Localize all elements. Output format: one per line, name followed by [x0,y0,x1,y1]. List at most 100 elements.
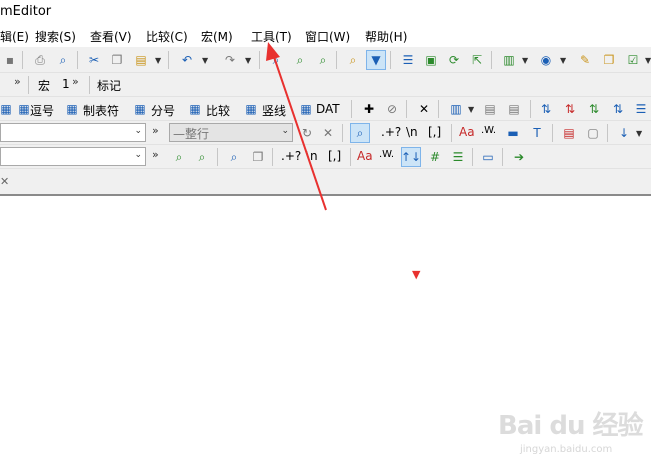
document-icon[interactable]: ▢ [583,123,603,143]
column-layout-icon[interactable]: ▥ [446,99,466,119]
bracket-button[interactable]: [,] [428,125,441,139]
save-icon[interactable]: ▪ [0,50,20,70]
clear-format-icon[interactable]: T [527,123,547,143]
edit-document-icon[interactable]: ✎ [575,50,595,70]
replace-regex-any-button[interactable]: .+? [281,149,301,163]
find-next-icon[interactable]: ⌕ [290,50,310,70]
replace-newline-button[interactable]: \n [306,149,318,163]
next-result-dropdown-icon[interactable]: ▼ [636,129,642,138]
find-in-files-icon[interactable]: ⌕ [343,50,363,70]
separator [406,100,407,118]
sort-numeric-icon[interactable]: ⇅ [584,99,604,119]
replace-input[interactable]: ⌄ [0,147,146,166]
minus-icon[interactable]: ▬ [503,123,523,143]
tools-icon[interactable]: ✕ [414,99,434,119]
menu-help[interactable]: 帮助(H) [365,28,407,45]
print-icon[interactable]: ⎙ [30,50,50,70]
run-arrow-icon[interactable]: ➔ [509,147,529,167]
sort-lines-icon[interactable]: ☰ [631,99,651,119]
search-overflow-chevron-icon[interactable]: » [152,124,159,137]
replace-copy-icon[interactable]: ❐ [248,147,268,167]
search-button-icon[interactable]: ⌕ [350,123,370,143]
globe-icon[interactable]: ◉ [536,50,556,70]
replace-all-icon[interactable]: ⌕ [192,147,212,167]
delete-column-icon[interactable]: ⊘ [382,99,402,119]
separator [259,51,260,69]
window-icon[interactable]: ▣ [421,50,441,70]
tab-close-icon[interactable]: ✕ [0,175,9,188]
print-preview-icon[interactable]: ⌕ [53,50,73,70]
export-window-icon[interactable]: ⇱ [467,50,487,70]
redo-dropdown-arrow-icon[interactable]: ▼ [245,56,251,65]
menu-tools[interactable]: 工具(T) [251,28,292,45]
red-document-icon[interactable]: ▤ [559,123,579,143]
menu-compare[interactable]: 比较(C) [146,28,188,45]
separator [28,76,29,94]
sort-ascending-icon[interactable]: ⇅ [536,99,556,119]
refresh-icon[interactable]: ↻ [297,123,317,143]
find-icon[interactable]: ⌕ [266,50,286,70]
search-mode-dropdown-icon[interactable]: ⌄ [281,126,289,136]
list-sort-icon[interactable]: ☰ [448,147,468,167]
list-view-icon[interactable]: ☰ [398,50,418,70]
sort-custom-icon[interactable]: ⇅ [608,99,628,119]
replace-dropdown-icon[interactable]: ⌄ [134,150,142,160]
compare-button[interactable]: 比较 [206,102,230,119]
separator [272,148,273,166]
redo-icon[interactable]: ↷ [220,50,240,70]
undo-dropdown-arrow-icon[interactable]: ▼ [202,56,208,65]
sort-descending-icon[interactable]: ⇅ [560,99,580,119]
menu-view[interactable]: 查看(V) [90,28,132,45]
newline-button[interactable]: \n [406,125,418,139]
menu-macro[interactable]: 宏(M) [201,28,233,45]
replace-match-case-button[interactable]: Aa [357,149,373,163]
replace-whole-word-button[interactable]: .W. [379,149,394,160]
replace-bracket-button[interactable]: [,] [328,149,341,163]
copy-document-icon[interactable]: ❐ [599,50,619,70]
column-settings-icon[interactable]: ▤ [480,99,500,119]
next-result-icon[interactable]: ↓ [614,123,634,143]
menu-edit[interactable]: 辑(E) [0,28,29,45]
paste-dropdown-arrow-icon[interactable]: ▼ [155,56,161,65]
dat-button[interactable]: DAT [316,102,340,116]
regex-any-button[interactable]: .+? [381,125,401,139]
tab-button[interactable]: 制表符 [83,102,119,119]
swap-button[interactable]: ↑↓ [401,147,421,167]
search-input[interactable]: ⌄ [0,123,146,142]
checklist-dropdown-icon[interactable]: ▼ [645,56,651,65]
filter-icon[interactable]: ▼ [366,50,386,70]
copy-icon[interactable]: ❐ [107,50,127,70]
macro-overflow-chevron-icon[interactable]: » [72,75,79,88]
search-mode-value: —整行 [173,127,210,141]
undo-icon[interactable]: ↶ [177,50,197,70]
comma-button[interactable]: 逗号 [30,102,54,119]
replace-next-icon[interactable]: ⌕ [169,147,189,167]
find-prev-icon[interactable]: ⌕ [313,50,333,70]
cut-icon[interactable]: ✂ [84,50,104,70]
toolbar-overflow-chevron-icon[interactable]: » [14,75,21,88]
refresh-window-icon[interactable]: ⟳ [444,50,464,70]
grid-icon[interactable]: # [425,147,445,167]
add-column-icon[interactable]: ✚ [359,99,379,119]
document-settings-icon[interactable]: ▥ [499,50,519,70]
bookmark-label[interactable]: 标记 [97,77,121,94]
column-layout-dropdown-icon[interactable]: ▼ [468,105,474,114]
menu-window[interactable]: 窗口(W) [305,28,350,45]
match-case-button[interactable]: Aa [459,125,475,139]
monitor-icon[interactable]: ▭ [478,147,498,167]
semicolon-button[interactable]: 分号 [151,102,175,119]
checklist-icon[interactable]: ☑ [623,50,643,70]
pipe-button[interactable]: 竖线 [262,102,286,119]
search-mode-select[interactable]: —整行 ⌄ [169,123,293,142]
whole-word-button[interactable]: .W. [481,125,496,136]
clear-search-icon[interactable]: ✕ [318,123,338,143]
column-list-icon[interactable]: ▤ [504,99,524,119]
replace-search-icon[interactable]: ⌕ [224,147,244,167]
document-settings-dropdown-icon[interactable]: ▼ [522,56,528,65]
menu-search[interactable]: 搜索(S) [35,28,76,45]
paste-icon[interactable]: ▤ [131,50,151,70]
globe-dropdown-icon[interactable]: ▼ [560,56,566,65]
replace-overflow-chevron-icon[interactable]: » [152,148,159,161]
macro-label[interactable]: 宏 [38,77,50,94]
search-dropdown-icon[interactable]: ⌄ [134,126,142,136]
